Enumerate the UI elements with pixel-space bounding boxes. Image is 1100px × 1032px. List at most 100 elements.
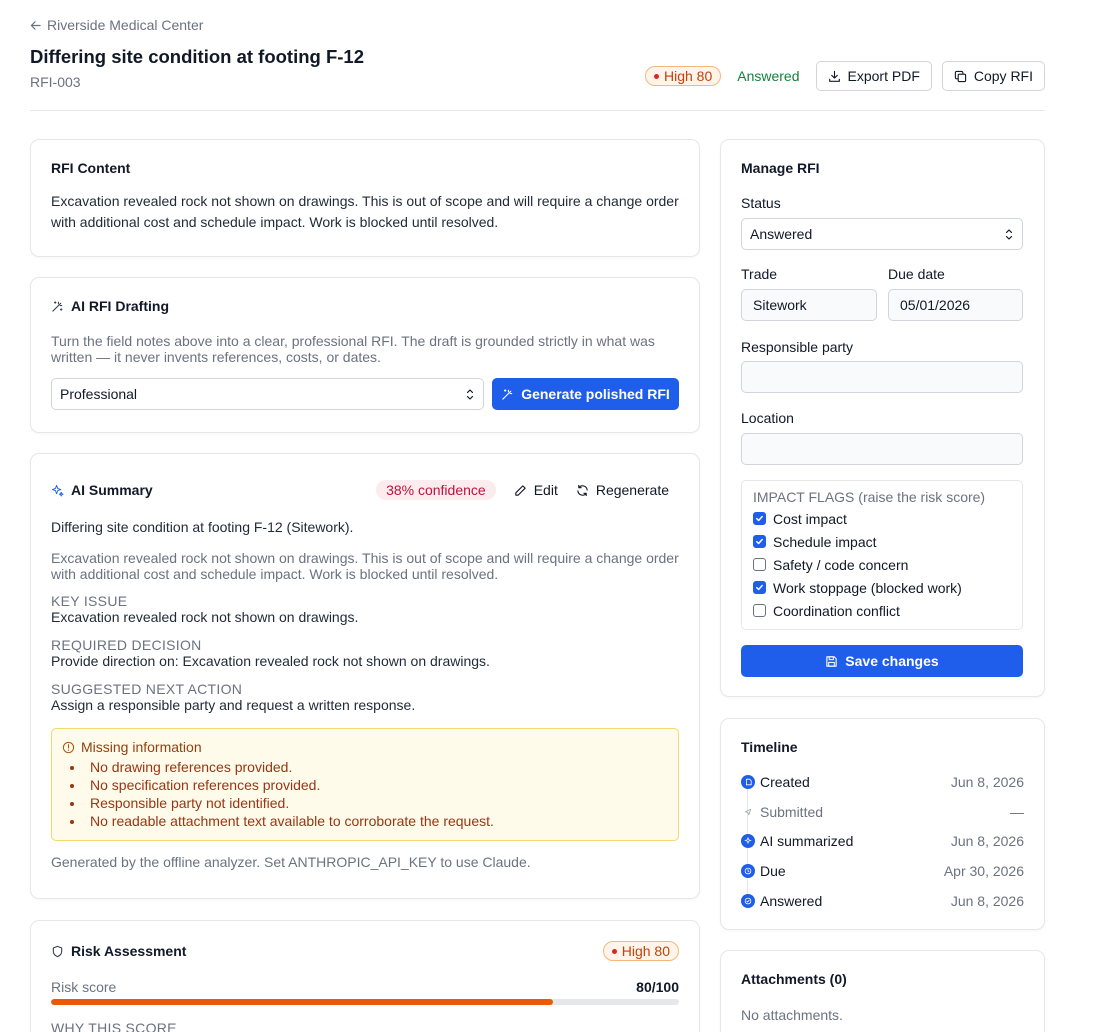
rfi-content-text: Excavation revealed rock not shown on dr…	[51, 193, 679, 230]
checkbox[interactable]	[753, 535, 766, 548]
risk-score-value: 80/100	[636, 979, 679, 995]
next-action-label: SUGGESTED NEXT ACTION	[51, 681, 243, 697]
ai-summary-title-label: AI Summary	[71, 482, 153, 498]
location-label: Location	[741, 410, 794, 426]
impact-flag-row[interactable]: Schedule impact	[753, 530, 1011, 553]
location-input[interactable]	[741, 433, 1023, 465]
timeline-event-label: Due	[760, 863, 786, 879]
impact-flag-row[interactable]: Work stoppage (blocked work)	[753, 576, 1011, 599]
tone-select[interactable]: Professional	[51, 378, 484, 410]
ai-drafting-title: AI RFI Drafting	[51, 298, 679, 314]
timeline-card: Timeline Created Jun 8, 2026 Submitted — AI …	[720, 718, 1045, 930]
impact-flag-label: Coordination conflict	[773, 602, 900, 619]
back-link[interactable]: Riverside Medical Center	[30, 17, 203, 33]
list-item: No readable attachment text available to…	[62, 812, 668, 830]
status-select[interactable]: Answered	[741, 218, 1023, 250]
checkbox[interactable]	[753, 581, 766, 594]
impact-flag-row[interactable]: Safety / code concern	[753, 553, 1011, 576]
send-icon	[741, 805, 755, 819]
impact-flag-row[interactable]: Coordination conflict	[753, 599, 1011, 622]
missing-information-box: Missing information No drawing reference…	[51, 728, 679, 841]
save-changes-label: Save changes	[845, 653, 939, 669]
sparkle-icon	[741, 834, 755, 848]
timeline-event-label: Created	[760, 774, 810, 790]
ai-summary-card: AI Summary 38% confidence Edit Regenerat…	[30, 453, 700, 899]
risk-score-fill	[51, 999, 554, 1005]
summary-actions: 38% confidence Edit Regenerate	[376, 480, 669, 500]
timeline-event: Due Apr 30, 2026	[741, 862, 1024, 880]
risk-dot-icon	[653, 73, 659, 79]
pencil-icon	[515, 484, 526, 496]
card-title: RFI Content	[51, 160, 131, 176]
copy-rfi-button[interactable]: Copy RFI	[941, 61, 1045, 91]
status-badge: Answered	[737, 68, 800, 84]
export-pdf-label: Export PDF	[847, 68, 920, 84]
rfi-detail-page: Riverside Medical Center Differing site …	[0, 0, 1100, 1032]
rfi-id: RFI-003	[30, 74, 81, 90]
impact-flag-row[interactable]: Cost impact	[753, 507, 1011, 530]
sparkle-icon	[51, 484, 64, 497]
risk-dot-icon	[611, 948, 617, 954]
header-divider	[30, 110, 1045, 111]
key-issue-value: Excavation revealed rock not shown on dr…	[51, 609, 359, 625]
save-changes-button[interactable]: Save changes	[741, 645, 1023, 677]
export-pdf-button[interactable]: Export PDF	[815, 61, 932, 91]
page-title: Differing site condition at footing F-12	[30, 46, 365, 67]
attachments-empty: No attachments.	[741, 1007, 843, 1023]
list-item: No drawing references provided.	[62, 758, 668, 776]
why-score-label: WHY THIS SCORE	[51, 1020, 177, 1032]
download-icon	[828, 70, 840, 82]
save-icon	[826, 655, 837, 667]
checkbox[interactable]	[753, 604, 766, 617]
generate-button-label: Generate polished RFI	[521, 386, 670, 402]
check-icon	[756, 538, 763, 545]
arrow-left-icon	[30, 20, 41, 30]
info-circle-icon	[62, 741, 75, 753]
impact-flag-label: Cost impact	[773, 510, 847, 527]
key-issue-section: KEY ISSUE Excavation revealed rock not s…	[51, 594, 679, 626]
checkbox[interactable]	[753, 558, 766, 571]
check-icon	[756, 584, 763, 591]
timeline-event-date: Jun 8, 2026	[950, 893, 1024, 909]
missing-information-title: Missing information	[62, 739, 668, 755]
trade-input[interactable]: Sitework	[741, 289, 877, 321]
rfi-content-card: RFI Content Excavation revealed rock not…	[30, 139, 700, 257]
list-item: No specification references provided.	[62, 776, 668, 794]
checkbox[interactable]	[753, 512, 766, 525]
edit-label: Edit	[533, 482, 558, 498]
timeline-event-label: AI summarized	[760, 833, 854, 849]
back-link-label: Riverside Medical Center	[47, 17, 204, 33]
timeline-event: Submitted —	[741, 803, 1024, 821]
risk-header: Risk Assessment High 80	[51, 941, 679, 961]
header-actions: High 80 Answered Export PDF Copy RFI	[644, 61, 1045, 91]
status-field-label: Status	[741, 195, 781, 211]
timeline-event-label: Submitted	[760, 804, 824, 820]
regenerate-summary-button[interactable]: Regenerate	[576, 482, 669, 498]
due-date-label: Due date	[888, 266, 945, 282]
next-action-value: Assign a responsible party and request a…	[51, 697, 416, 713]
risk-title-label: Risk Assessment	[71, 943, 187, 959]
confidence-badge: 38% confidence	[376, 480, 496, 500]
refresh-icon	[577, 484, 588, 496]
summary-headline: Differing site condition at footing F-12…	[51, 519, 354, 535]
risk-title: Risk Assessment	[51, 943, 186, 959]
ai-drafting-card: AI RFI Drafting Turn the field notes abo…	[30, 277, 700, 433]
risk-score-row: Risk score 80/100	[51, 979, 679, 995]
timeline-event-date: Apr 30, 2026	[943, 863, 1024, 879]
chevron-updown-icon	[466, 389, 474, 400]
regenerate-label: Regenerate	[595, 482, 669, 498]
due-date-input[interactable]: 05/01/2026	[888, 289, 1023, 321]
check-circle-icon	[741, 894, 755, 908]
manage-rfi-card: Manage RFI Status Answered Trade Sitewor…	[720, 139, 1045, 697]
risk-score-label: Risk score	[51, 979, 117, 995]
generate-polished-rfi-button[interactable]: Generate polished RFI	[492, 378, 679, 410]
summary-footer: Generated by the offline analyzer. Set A…	[51, 854, 531, 870]
risk-badge-label: High 80	[663, 68, 713, 84]
impact-flags-box: IMPACT FLAGS (raise the risk score) Cost…	[741, 480, 1023, 630]
responsible-party-input[interactable]	[741, 361, 1023, 393]
edit-summary-button[interactable]: Edit	[514, 482, 558, 498]
trade-due-row: Trade Sitework Due date 05/01/2026	[741, 266, 1024, 321]
due-date-field: Due date 05/01/2026	[888, 266, 1023, 321]
impact-flag-label: Safety / code concern	[773, 556, 909, 573]
copy-rfi-label: Copy RFI	[973, 68, 1033, 84]
